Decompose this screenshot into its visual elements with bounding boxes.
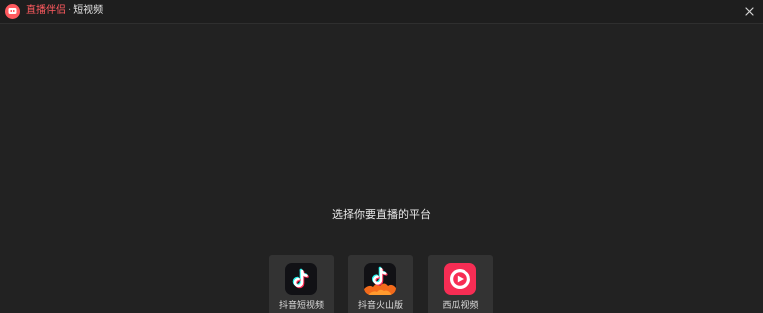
close-button[interactable]: [741, 3, 757, 19]
section-name: 短视频: [73, 5, 104, 16]
platform-card-xigua[interactable]: 西瓜视频: [428, 255, 493, 313]
title-bar: 直播伴侣 · 短视频: [0, 0, 763, 24]
xigua-video-icon: [444, 263, 476, 295]
title-separator: ·: [68, 5, 72, 16]
app-window: 直播伴侣 · 短视频 选择你要直播的平台 抖音短视频 抖音火山版 西瓜视频: [0, 0, 763, 313]
app-name: 直播伴侣: [26, 5, 66, 16]
douyin-huoshan-icon: [364, 263, 396, 295]
close-icon: [744, 6, 754, 16]
platform-label-xigua: 西瓜视频: [442, 301, 479, 311]
platform-label-douyin: 抖音短视频: [278, 301, 324, 311]
app-logo-icon: [5, 4, 20, 19]
platform-card-douyin-huoshan[interactable]: 抖音火山版: [348, 255, 413, 313]
platform-prompt: 选择你要直播的平台: [332, 208, 431, 221]
platform-card-douyin[interactable]: 抖音短视频: [269, 255, 334, 313]
platform-label-douyin-huoshan: 抖音火山版: [357, 301, 403, 311]
window-title: 直播伴侣 · 短视频: [26, 4, 103, 18]
douyin-icon: [285, 263, 317, 295]
